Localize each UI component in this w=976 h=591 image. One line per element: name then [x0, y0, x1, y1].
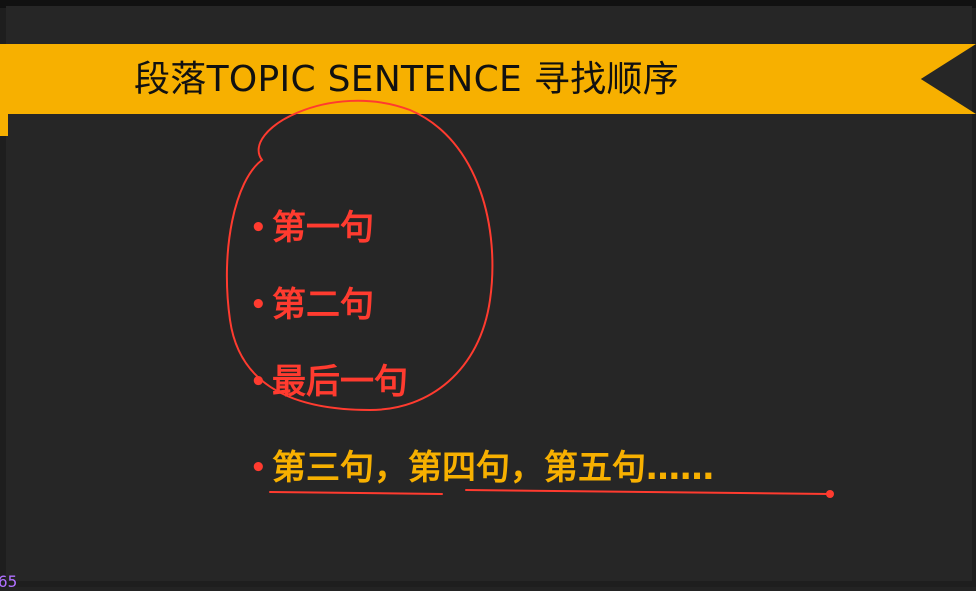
bullet-item-2: • 第二句	[250, 283, 374, 327]
bullet-text-4: 第三句，第四句，第五句……	[272, 448, 714, 488]
bullet-dot: •	[250, 213, 267, 243]
corner-label: 65	[0, 572, 18, 591]
slide-title: 段落TOPIC SENTENCE 寻找顺序	[134, 59, 680, 100]
bullet-item-4: • 第三句，第四句，第五句……	[250, 446, 714, 490]
bullet-dot: •	[250, 453, 267, 483]
bullet-text-1: 第一句	[272, 208, 374, 248]
bullet-text-2: 第二句	[272, 285, 374, 325]
bullet-item-3: • 最后一句	[250, 360, 408, 404]
banner-left-tab	[0, 44, 8, 136]
bullet-item-1: • 第一句	[250, 206, 374, 250]
screen-frame: 段落TOPIC SENTENCE 寻找顺序 • 第一句 • 第二句 • 最后一句 • 第…	[0, 0, 976, 591]
bullet-text-3: 最后一句	[272, 362, 408, 402]
bullet-dot: •	[250, 290, 267, 320]
bullet-dot: •	[250, 367, 267, 397]
